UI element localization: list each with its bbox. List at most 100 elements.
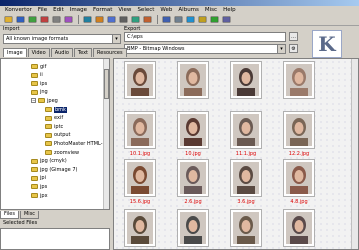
thumbnail[interactable]	[283, 209, 315, 247]
copy-button[interactable]	[27, 15, 37, 24]
thumbnail[interactable]	[177, 159, 209, 197]
thumbnail[interactable]	[230, 159, 262, 197]
tree-item[interactable]: ii	[31, 72, 43, 79]
menu-item-select[interactable]: Select	[137, 6, 154, 14]
cut-button[interactable]	[63, 15, 73, 24]
thumbnail[interactable]	[177, 61, 209, 99]
zoom-button[interactable]	[106, 15, 116, 24]
thumbnail[interactable]	[124, 111, 156, 149]
tree-item-label: exif	[54, 115, 64, 122]
tab-text[interactable]: Text	[73, 48, 93, 57]
tree-item[interactable]: zoomview	[45, 149, 79, 156]
tree-item[interactable]: exif	[45, 115, 63, 122]
selected-files-list[interactable]	[0, 228, 110, 250]
tree-item-label: jpeg	[47, 97, 58, 104]
folder-icon	[38, 98, 45, 104]
thumbnail[interactable]	[230, 111, 262, 149]
tree-item[interactable]: output	[45, 132, 71, 139]
export-path-input[interactable]: C:\eps	[124, 32, 286, 42]
save-button[interactable]	[15, 15, 25, 24]
photo-thumbnail	[180, 64, 206, 96]
thumbnail[interactable]	[124, 209, 156, 247]
menu-item-view[interactable]: View	[118, 6, 131, 14]
export-format-select[interactable]: BMP - Bitmap Windows ▾	[124, 44, 286, 54]
web-icon	[186, 16, 194, 23]
tree-item[interactable]: jpx	[31, 192, 48, 199]
back-icon	[222, 16, 230, 23]
list-button[interactable]	[173, 15, 183, 24]
convert-button[interactable]	[94, 15, 104, 24]
thumbnail-grid: 10.1.jpg 10.jpg 11.1.jpg 12.2.jpg 15.6.jpg 2.…	[113, 58, 359, 250]
photo-thumbnail	[286, 64, 312, 96]
thumbnail[interactable]	[283, 111, 315, 149]
tree-item[interactable]: jpg (Gimage 7)	[31, 166, 77, 173]
thumbnail[interactable]	[124, 61, 156, 99]
print-button[interactable]	[118, 15, 128, 24]
tree-scrollbar[interactable]	[103, 59, 109, 209]
import-format-select[interactable]: All known image formats ▾	[3, 34, 121, 44]
refresh-button[interactable]	[209, 15, 219, 24]
thumbnail-scrollbar[interactable]	[351, 59, 358, 249]
thumbnail[interactable]	[177, 111, 209, 149]
menu-item-konvertor[interactable]: Konvertor	[5, 6, 32, 14]
folder-icon	[31, 158, 38, 164]
slideshow-button[interactable]	[130, 15, 140, 24]
tab-video[interactable]: Video	[27, 48, 50, 57]
thumbnail[interactable]	[177, 209, 209, 247]
tab-audio[interactable]: Audio	[50, 48, 73, 57]
thumbnail[interactable]	[230, 209, 262, 247]
tree-item-label: bmk	[54, 106, 67, 113]
help-button[interactable]	[197, 15, 207, 24]
open-button[interactable]	[3, 15, 13, 24]
tree-item[interactable]: jpi	[31, 175, 46, 182]
menu-item-web[interactable]: Web	[160, 6, 172, 14]
thumbnail[interactable]	[124, 159, 156, 197]
slideshow-icon	[131, 16, 139, 23]
tree-item-label: ii	[40, 72, 43, 79]
menu-item-misc[interactable]: Misc	[205, 6, 217, 14]
thumbnail-caption: 11.1.jpg	[235, 151, 257, 157]
folder-tree[interactable]: gif ii ips jng − jpeg bmk exif iptc output PhotoMa…	[0, 58, 110, 210]
delete-button[interactable]	[51, 15, 61, 24]
tree-item[interactable]: iptc	[45, 123, 63, 130]
thumbnail[interactable]	[283, 61, 315, 99]
collapse-icon[interactable]: −	[31, 98, 36, 104]
tree-item[interactable]: − jpeg	[31, 97, 58, 104]
tree-item[interactable]: jps	[31, 183, 47, 190]
tree-item[interactable]: jng	[31, 89, 48, 96]
save-icon	[16, 16, 24, 23]
settings-icon: ⚙	[291, 45, 296, 52]
thumbnail-caption: 10.1.jpg	[129, 151, 151, 157]
settings-button[interactable]	[142, 15, 152, 24]
web-button[interactable]	[185, 15, 195, 24]
panel-tab-misc[interactable]: Misc	[19, 211, 40, 219]
menu-item-edit[interactable]: Edit	[53, 6, 64, 14]
undo-button[interactable]	[82, 15, 92, 24]
photo-thumbnail	[127, 162, 153, 194]
selected-files-label: Selected Files	[3, 220, 38, 226]
tree-item[interactable]: ips	[31, 80, 47, 87]
tab-resources[interactable]: Resources	[93, 48, 127, 57]
tree-item[interactable]: jpg (cmyk)	[31, 158, 67, 165]
browse-button[interactable]: …	[289, 32, 298, 41]
thumbnail[interactable]	[230, 61, 262, 99]
panel-tab-files[interactable]: Files	[0, 211, 19, 219]
menu-item-file[interactable]: File	[38, 6, 47, 14]
tree-item[interactable]: gif	[31, 63, 46, 70]
tab-image[interactable]: Image	[3, 48, 27, 57]
export-format-value: BMP - Bitmap Windows	[127, 46, 185, 52]
thumbnail[interactable]	[283, 159, 315, 197]
tree-item[interactable]: PhotoMaster HTML-	[45, 140, 103, 147]
menu-item-help[interactable]: Help	[223, 6, 236, 14]
paste-button[interactable]	[39, 15, 49, 24]
export-settings-button[interactable]: ⚙	[289, 44, 298, 53]
menu-item-format[interactable]: Format	[93, 6, 112, 14]
menu-item-albums[interactable]: Albums	[178, 6, 199, 14]
menu-item-image[interactable]: Image	[70, 6, 87, 14]
scrollbar-thumb[interactable]	[104, 69, 109, 99]
grid-button[interactable]	[161, 15, 171, 24]
import-format-value: All known image formats	[6, 36, 69, 42]
folder-icon	[31, 64, 38, 69]
back-button[interactable]	[221, 15, 231, 24]
tree-item[interactable]: bmk	[45, 106, 67, 113]
